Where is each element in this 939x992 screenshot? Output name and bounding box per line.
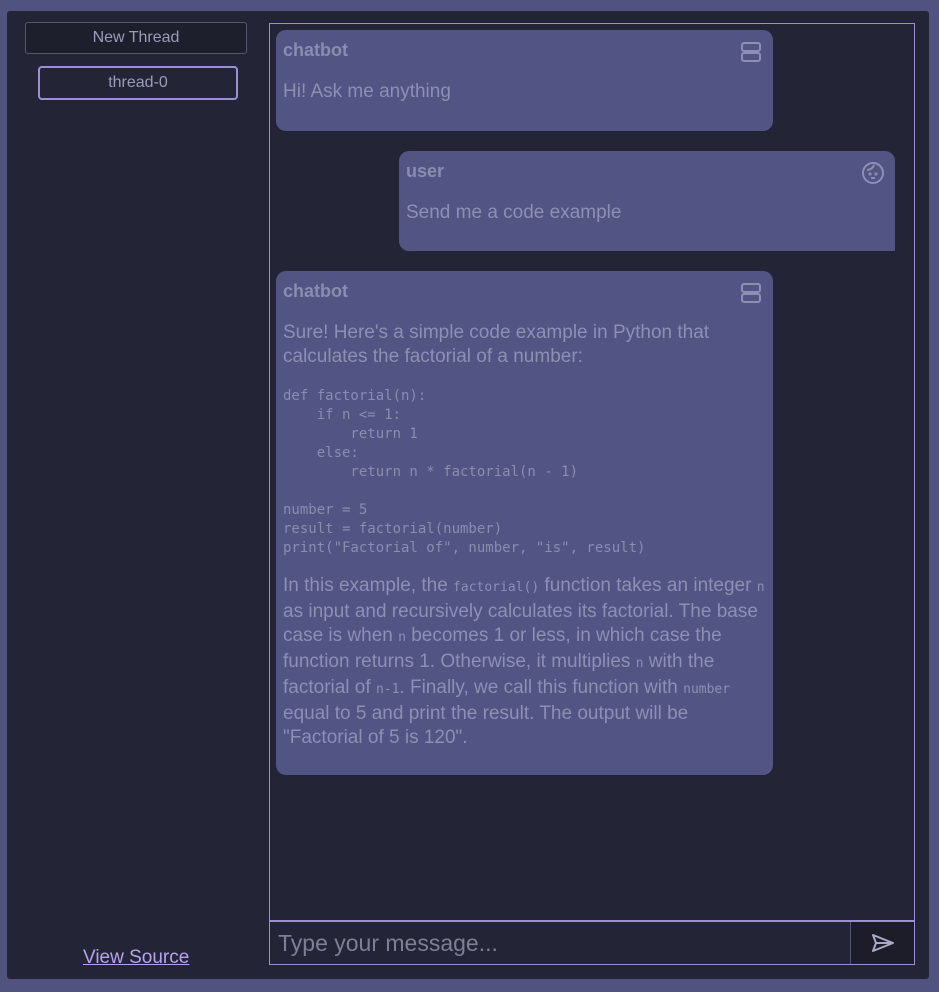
message-text: Hi! Ask me anything	[283, 81, 451, 102]
chat-log[interactable]: chatbot Hi! Ask me anything user Send me…	[269, 23, 915, 921]
inline-code: n	[756, 580, 765, 595]
sidebar-item-thread-0[interactable]: thread-0	[38, 66, 238, 100]
chat-message: chatbot Sure! Here's a simple code examp…	[276, 271, 773, 775]
message-author: chatbot	[283, 281, 348, 301]
inline-code: number	[683, 682, 731, 697]
inline-code: n-1	[375, 682, 400, 697]
message-author: user	[406, 161, 445, 181]
chat-message: chatbot Hi! Ask me anything	[276, 30, 773, 131]
message-explanation: In this example, the factorial() functio…	[283, 574, 766, 750]
inline-code: n	[635, 656, 644, 671]
app-window: New Thread thread-0 View Source chatbot …	[7, 11, 929, 979]
robot-icon	[741, 283, 761, 303]
message-text: Send me a code example	[406, 202, 622, 223]
explanation-text: . Finally, we call this function with	[399, 677, 684, 698]
message-intro: Sure! Here's a simple code example in Py…	[283, 322, 710, 367]
message-author: chatbot	[283, 40, 348, 60]
send-button[interactable]	[850, 922, 914, 964]
inline-code: n	[398, 630, 406, 645]
user-face-icon	[862, 162, 884, 184]
new-thread-button[interactable]: New Thread	[25, 22, 247, 54]
message-input[interactable]	[270, 922, 850, 964]
explanation-text: function takes an integer	[539, 575, 757, 596]
code-block: def factorial(n): if n <= 1: return 1 el…	[283, 388, 646, 556]
send-icon	[871, 934, 894, 952]
explanation-text: In this example, the	[283, 575, 454, 596]
inline-code: factorial()	[453, 580, 540, 595]
view-source-link[interactable]: View Source	[83, 947, 189, 969]
explanation-text: equal to 5 and print the result. The out…	[283, 703, 689, 748]
robot-icon	[741, 42, 761, 62]
chat-message: user Send me a code example	[399, 151, 895, 251]
composer	[269, 921, 915, 965]
